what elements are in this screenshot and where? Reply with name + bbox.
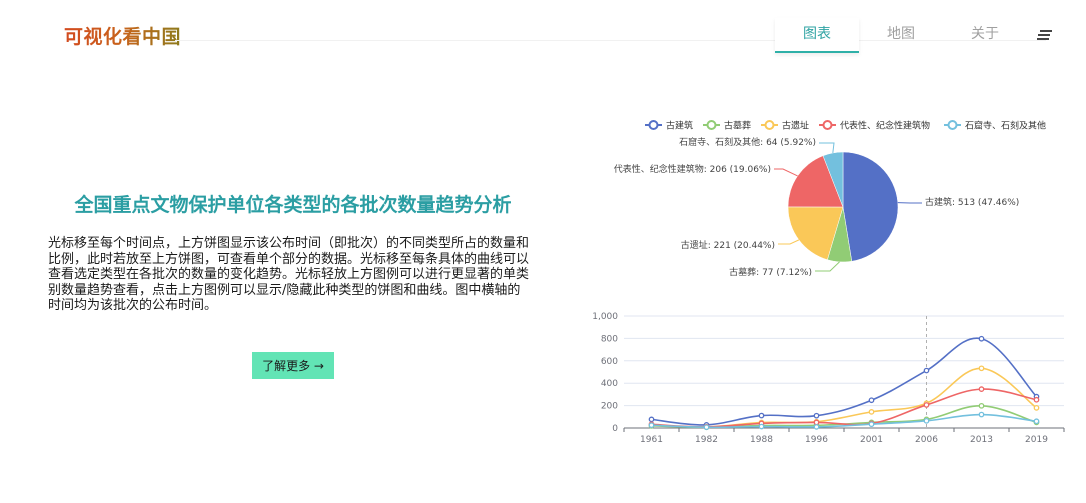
series-5-point-7[interactable] [978, 411, 985, 418]
top-nav: 图表 地图 关于 [775, 18, 1027, 53]
nav-tab-charts[interactable]: 图表 [775, 18, 859, 53]
series-2-point-7[interactable] [978, 402, 985, 409]
y-tick-label-5: 800 [601, 334, 618, 344]
learn-more-button[interactable]: 了解更多 → [252, 352, 334, 379]
series-3-point-8[interactable] [1033, 404, 1040, 411]
series-5-point-3[interactable] [758, 423, 765, 430]
legend-marker-3[interactable] [764, 120, 775, 130]
pie-label-3: 古遗址: 221 (20.44%) [681, 239, 775, 251]
x-tick-label-4: 1996 [805, 435, 828, 445]
series-1-point-3[interactable] [758, 412, 765, 419]
legend-label-2: 古墓葬 [724, 120, 751, 132]
x-tick-label-6: 2006 [915, 435, 938, 445]
x-tick-label-5: 2001 [860, 435, 883, 445]
section-title: 全国重点文物保护单位各类型的各批次数量趋势分析 [74, 194, 512, 216]
series-3-point-2[interactable] [703, 424, 710, 430]
series-line-3[interactable] [651, 367, 1037, 428]
series-line-5[interactable] [651, 413, 1037, 429]
series-5-point-2[interactable] [703, 424, 710, 431]
series-line-2[interactable] [651, 405, 1037, 429]
series-1-point-1[interactable] [648, 416, 655, 423]
menu-icon-bar [1038, 34, 1050, 36]
series-3-point-5[interactable] [868, 409, 875, 415]
legend-label-3: 古遗址 [782, 120, 809, 132]
pie-slice-1[interactable] [842, 151, 899, 262]
legend-label-1: 古建筑 [666, 120, 693, 132]
series-4-point-8[interactable] [1033, 396, 1040, 403]
series-4-point-3[interactable] [758, 420, 765, 427]
pie-label-4: 代表性、纪念性建筑物: 206 (19.06%) [614, 163, 771, 175]
pie-slice-2[interactable] [827, 206, 853, 263]
legend-marker-4[interactable] [822, 120, 833, 130]
nav-tab-map[interactable]: 地图 [859, 18, 943, 53]
series-4-point-4[interactable] [813, 419, 820, 426]
legend-label-4: 代表性、纪念性建筑物 [840, 120, 930, 132]
series-1-point-4[interactable] [813, 412, 820, 419]
series-2-point-6[interactable] [923, 416, 930, 423]
series-1-point-7[interactable] [978, 335, 985, 342]
legend-marker-2[interactable] [706, 120, 717, 130]
series-3-point-6[interactable] [923, 400, 930, 407]
y-tick-label-4: 600 [601, 357, 618, 367]
pie-leader-3 [778, 239, 800, 245]
series-4-point-2[interactable] [703, 424, 710, 430]
y-tick-label-1: 0 [612, 424, 618, 434]
menu-icon-bar [1040, 30, 1052, 32]
series-1-point-8[interactable] [1033, 393, 1040, 400]
series-5-point-4[interactable] [813, 424, 820, 430]
section-description: 光标移至每个时间点，上方饼图显示该公布时间（即批次）的不同类型所占的数量和比例，… [48, 236, 530, 314]
series-line-4[interactable] [651, 388, 1037, 428]
pie-leader-5 [819, 142, 835, 154]
pie-label-1: 古建筑: 513 (47.46%) [925, 196, 1019, 208]
x-tick-label-2: 1982 [695, 435, 718, 445]
pie-leader-4 [774, 168, 798, 177]
pie-slice-4[interactable] [787, 155, 844, 208]
pie-leader-2 [815, 261, 840, 272]
nav-tab-about[interactable]: 关于 [943, 18, 1027, 53]
y-tick-label-6: 1,000 [592, 312, 618, 322]
series-5-point-1[interactable] [648, 422, 655, 429]
x-tick-label-1: 1961 [640, 435, 663, 445]
series-5-point-5[interactable] [868, 421, 875, 428]
series-4-point-5[interactable] [868, 420, 875, 427]
series-4-point-6[interactable] [923, 402, 930, 408]
legend-marker-5[interactable] [947, 120, 958, 130]
legend-marker-1[interactable] [648, 120, 659, 130]
series-2-point-4[interactable] [813, 422, 820, 429]
series-3-point-3[interactable] [758, 419, 765, 426]
series-1-point-5[interactable] [868, 397, 875, 404]
series-2-point-1[interactable] [648, 423, 655, 429]
x-tick-label-8: 2019 [1025, 435, 1048, 445]
series-3-point-7[interactable] [978, 365, 985, 372]
pie-label-5: 石窟寺、石刻及其他: 64 (5.92%) [679, 136, 816, 148]
series-2-point-3[interactable] [758, 422, 765, 429]
x-tick-label-7: 2013 [970, 435, 993, 445]
menu-icon[interactable] [1037, 30, 1053, 42]
series-2-point-5[interactable] [868, 419, 875, 426]
series-4-point-7[interactable] [978, 386, 985, 392]
pie-slice-5[interactable] [822, 151, 844, 208]
series-4-point-1[interactable] [648, 421, 655, 428]
series-1-point-6[interactable] [923, 367, 930, 374]
menu-icon-bar [1037, 38, 1049, 40]
series-5-point-8[interactable] [1033, 418, 1040, 425]
series-2-point-8[interactable] [1033, 419, 1040, 426]
series-line-1[interactable] [651, 337, 1038, 426]
pie-label-2: 古墓葬: 77 (7.12%) [729, 266, 812, 278]
y-tick-label-2: 200 [601, 402, 618, 412]
series-3-point-1[interactable] [648, 422, 655, 428]
legend-label-5: 石窟寺、石刻及其他 [965, 120, 1046, 132]
x-tick-label-3: 1988 [750, 435, 773, 445]
pie-slice-3[interactable] [787, 206, 844, 261]
series-2-point-2[interactable] [703, 424, 710, 431]
y-tick-label-3: 400 [601, 379, 618, 389]
page: 可视化看中国 图表 地图 关于 全国重点文物保护单位各类型的各批次数量趋势分析 … [0, 0, 1086, 503]
series-5-point-6[interactable] [923, 417, 930, 424]
series-1-point-2[interactable] [703, 422, 710, 428]
series-3-point-4[interactable] [813, 418, 820, 425]
site-logo[interactable]: 可视化看中国 [64, 22, 181, 49]
